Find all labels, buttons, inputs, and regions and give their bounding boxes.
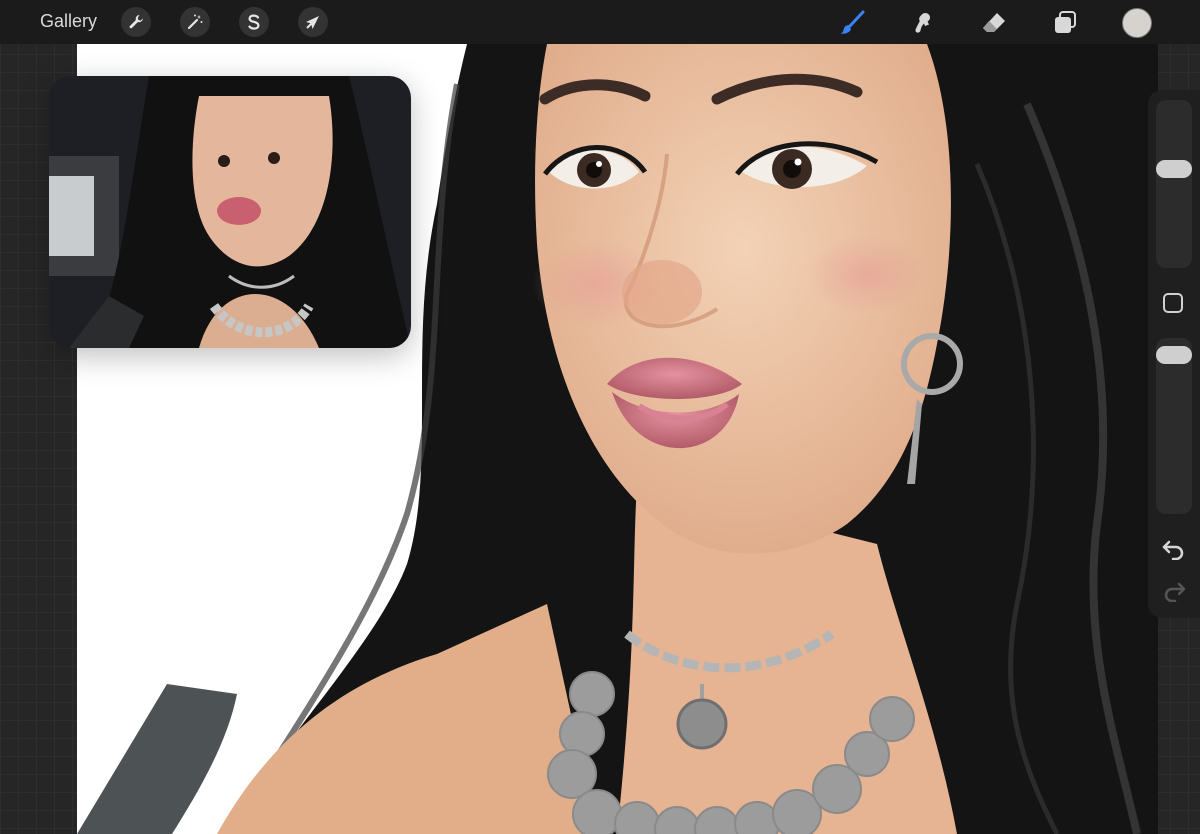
brush-icon — [838, 9, 866, 37]
brush-tool[interactable] — [836, 7, 868, 39]
opacity-slider[interactable] — [1156, 338, 1192, 514]
reference-photo — [49, 76, 411, 348]
modify-button[interactable] — [1163, 293, 1183, 313]
reference-photo-window[interactable] — [49, 76, 411, 348]
selection-button[interactable] — [239, 7, 269, 37]
arrow-cursor-icon — [304, 13, 322, 31]
magic-wand-icon — [186, 13, 204, 31]
redo-icon — [1161, 580, 1187, 602]
right-sidebar — [1148, 90, 1200, 618]
brush-size-thumb[interactable] — [1156, 160, 1192, 178]
eraser-icon — [980, 9, 1008, 37]
smudge-tool[interactable] — [906, 7, 938, 39]
brush-size-slider[interactable] — [1156, 100, 1192, 268]
wrench-icon — [127, 13, 145, 31]
color-picker-swatch[interactable] — [1122, 8, 1152, 38]
top-toolbar: Gallery — [0, 0, 1200, 44]
gallery-button[interactable]: Gallery — [40, 11, 97, 32]
eraser-tool[interactable] — [978, 7, 1010, 39]
layers-icon — [1051, 9, 1079, 37]
layers-tool[interactable] — [1049, 7, 1081, 39]
smudge-icon — [908, 9, 936, 37]
undo-icon — [1161, 538, 1187, 560]
transform-button[interactable] — [298, 7, 328, 37]
undo-button[interactable] — [1161, 538, 1187, 560]
opacity-thumb[interactable] — [1156, 346, 1192, 364]
actions-button[interactable] — [121, 7, 151, 37]
adjustments-button[interactable] — [180, 7, 210, 37]
selection-s-icon — [245, 13, 263, 31]
redo-button[interactable] — [1161, 580, 1187, 602]
